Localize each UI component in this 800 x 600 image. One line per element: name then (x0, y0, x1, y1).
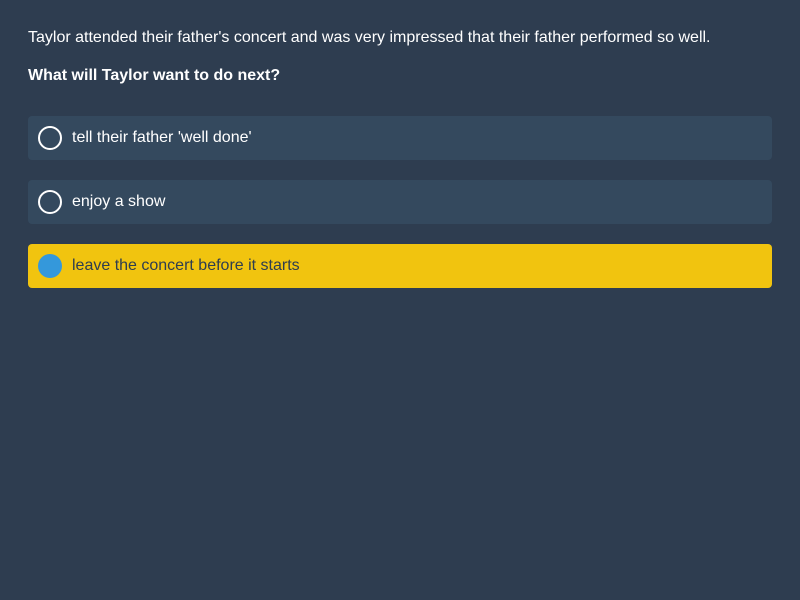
answer-option-label: tell their father 'well done' (72, 129, 252, 146)
radio-selected-icon[interactable] (38, 254, 62, 278)
answer-option-label: enjoy a show (72, 193, 166, 210)
answer-option-label: leave the concert before it starts (72, 257, 300, 274)
answer-option-1[interactable]: tell their father 'well done' (28, 116, 772, 160)
radio-unselected-icon[interactable] (38, 190, 62, 214)
radio-unselected-icon[interactable] (38, 126, 62, 150)
answer-option-2[interactable]: enjoy a show (28, 180, 772, 224)
quiz-page: Taylor attended their father's concert a… (0, 0, 800, 600)
context-text: Taylor attended their father's concert a… (28, 29, 711, 46)
answer-option-3[interactable]: leave the concert before it starts (28, 244, 772, 288)
answer-options: tell their father 'well done' enjoy a sh… (28, 116, 772, 288)
question-text: What will Taylor want to do next? (28, 67, 281, 84)
